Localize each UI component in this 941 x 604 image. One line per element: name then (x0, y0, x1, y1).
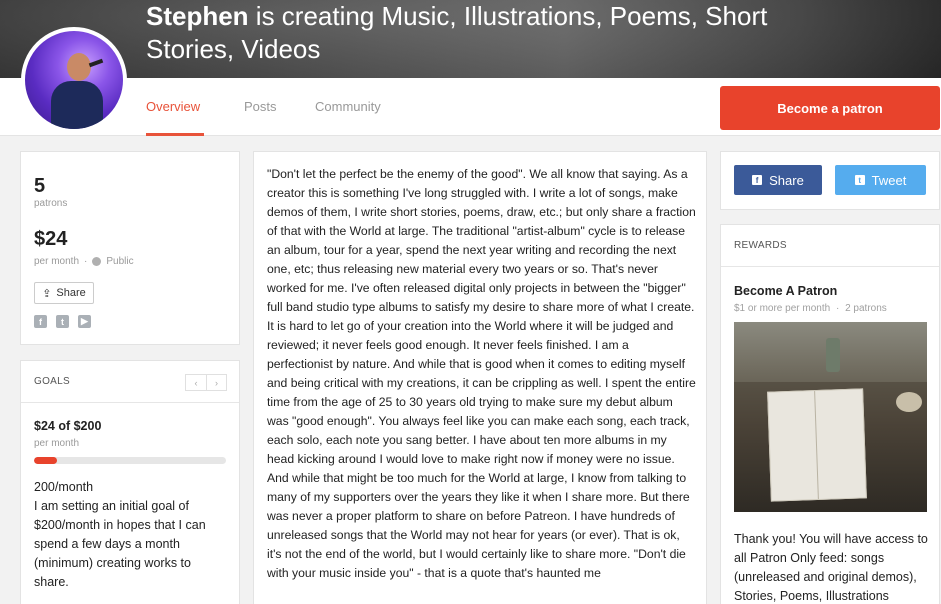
tweet-label: Tweet (871, 172, 907, 188)
twitter-icon: t (854, 175, 865, 185)
become-patron-button[interactable]: Become a patron (720, 86, 940, 130)
goal-progress-bar (34, 457, 226, 464)
goals-card: GOALS ‹ › $24 of $200 per month 200/mont… (20, 360, 240, 604)
reward-tier-price: $1 or more per month (734, 303, 831, 314)
share-card: f Share t Tweet (720, 151, 940, 210)
goals-title: GOALS (34, 376, 70, 387)
notebook-image (767, 388, 867, 502)
youtube-icon[interactable]: ▶ (78, 315, 91, 328)
share-label: Share (56, 287, 86, 299)
amount-period: per month (34, 256, 80, 267)
rewards-title: REWARDS (734, 240, 787, 251)
creator-headline: Stephen is creating Music, Illustrations… (146, 0, 826, 66)
page-nav: Overview Posts Community Become a patron (0, 78, 941, 136)
tab-posts[interactable]: Posts (244, 99, 277, 114)
reward-tier-description: Thank you! You will have access to all P… (734, 532, 928, 603)
avatar-figure-head (67, 53, 91, 81)
patrons-count: 5 (34, 175, 46, 197)
prev-goal-button[interactable]: ‹ (186, 375, 206, 390)
about-card: "Don't let the perfect be the enemy of t… (253, 151, 707, 604)
goals-pager: ‹ › (185, 374, 227, 391)
visibility-label: Public (106, 256, 134, 267)
reward-tier-name[interactable]: Become A Patron (734, 284, 837, 298)
stats-card: 5 patrons $24 per month · Public ⇪ Share… (20, 151, 240, 345)
meta-separator: · (84, 256, 88, 267)
tweet-button[interactable]: t Tweet (835, 165, 926, 195)
facebook-share-button[interactable]: f Share (734, 165, 822, 195)
goal-progress-fill (34, 457, 58, 464)
avatar[interactable] (21, 27, 127, 133)
microphone-icon (88, 58, 104, 68)
creator-name: Stephen (146, 1, 249, 31)
reward-image-cup (896, 392, 922, 412)
tab-community[interactable]: Community (315, 99, 381, 114)
share-icon: ⇪ (42, 287, 52, 300)
amount-meta: per month · Public (34, 256, 134, 267)
rewards-card: REWARDS Become A Patron $1 or more per m… (720, 224, 940, 604)
monthly-amount: $24 (34, 228, 68, 250)
tab-overview[interactable]: Overview (146, 99, 200, 114)
goal-description: I am setting an initial goal of $200/mon… (34, 499, 206, 589)
rewards-header: REWARDS (721, 225, 939, 267)
goal-progress-period: per month (34, 438, 80, 449)
goal-progress-text: $24 of $200 (34, 419, 102, 433)
reward-tier-meta: $1 or more per month · 2 patrons (734, 303, 887, 314)
active-tab-indicator (146, 133, 204, 136)
goal-amount: 200/month (34, 480, 94, 494)
share-button[interactable]: ⇪ Share (34, 282, 94, 304)
reward-image (734, 322, 927, 512)
cover-banner: Stephen is creating Music, Illustrations… (0, 0, 941, 78)
reward-tier-patrons: 2 patrons (845, 303, 887, 314)
creator-description: "Don't let the perfect be the enemy of t… (267, 167, 696, 580)
goal-details: 200/month I am setting an initial goal o… (34, 478, 224, 592)
goals-header: GOALS ‹ › (21, 361, 239, 403)
facebook-icon: f (752, 175, 763, 185)
avatar-figure-body (51, 81, 103, 129)
patrons-label: patrons (34, 198, 68, 209)
globe-icon (92, 257, 102, 266)
facebook-share-label: Share (769, 172, 804, 188)
twitter-icon[interactable]: t (56, 315, 69, 328)
social-links: f t ▶ (34, 315, 91, 328)
facebook-icon[interactable]: f (34, 315, 47, 328)
next-goal-button[interactable]: › (206, 375, 226, 390)
reward-image-bottle (826, 338, 840, 372)
reward-meta-separator: · (835, 303, 840, 314)
